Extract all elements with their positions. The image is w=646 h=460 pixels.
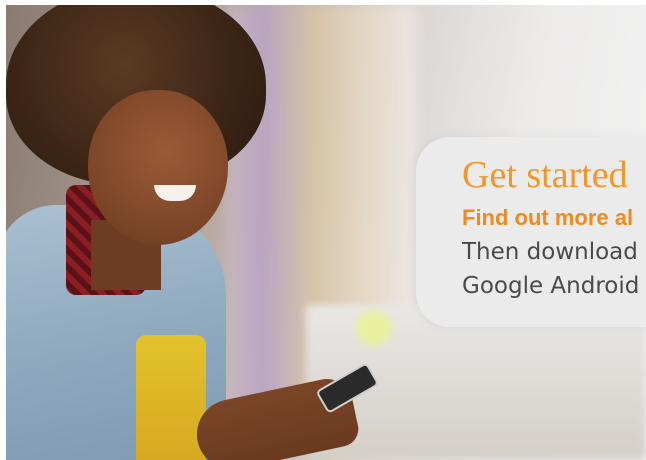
promo-text-line-2: Google Android xyxy=(462,273,640,299)
background-light xyxy=(356,310,392,346)
promo-link[interactable]: Find out more al xyxy=(462,205,633,231)
promo-panel: Get started Find out more al Then downlo… xyxy=(416,137,646,327)
hero-banner: Get started Find out more al Then downlo… xyxy=(6,5,646,460)
person-top xyxy=(136,335,206,460)
promo-text-line-1: Then download xyxy=(462,239,638,265)
person-face xyxy=(88,90,228,245)
promo-title: Get started xyxy=(462,154,628,196)
